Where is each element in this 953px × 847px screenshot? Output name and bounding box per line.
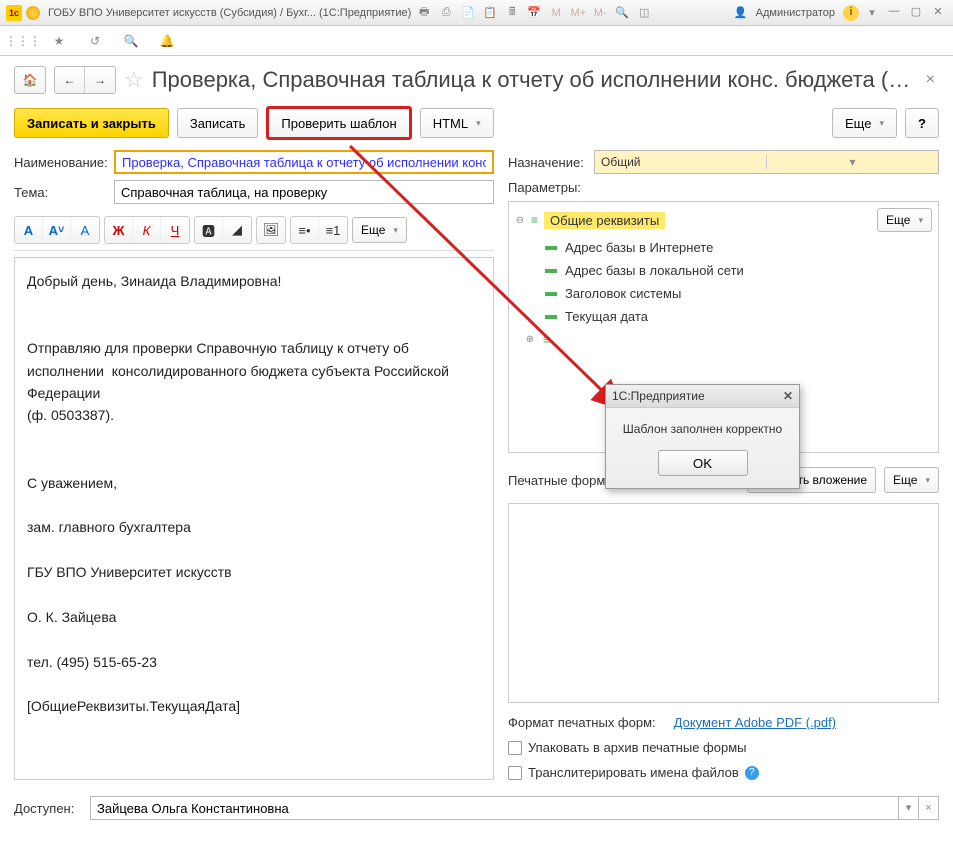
tree-root[interactable]: Общие реквизиты: [544, 212, 665, 229]
close-window-button[interactable]: ✕: [929, 5, 947, 21]
calendar-icon[interactable]: 📅: [525, 4, 543, 22]
underline-button[interactable]: Ч: [161, 217, 189, 243]
available-label: Доступен:: [14, 801, 84, 816]
item-icon: [545, 269, 557, 273]
dialog-message: Шаблон заполнен корректно: [606, 408, 799, 450]
pack-archive-label: Упаковать в архив печатные формы: [528, 740, 746, 755]
app-logo-icon: 1c: [6, 5, 22, 21]
tree-expand-item[interactable]: ⊕≡: [525, 328, 932, 351]
params-label: Параметры:: [508, 180, 581, 195]
apps-icon[interactable]: ⋮⋮⋮: [14, 32, 32, 50]
window-titlebar: 1c ГОБУ ВПО Университет искусств (Субсид…: [0, 0, 953, 26]
save-and-close-button[interactable]: Записать и закрыть: [14, 108, 169, 138]
window-title: ГОБУ ВПО Университет искусств (Субсидия)…: [48, 7, 411, 19]
app-menu-dropdown-icon[interactable]: [26, 6, 40, 20]
bg-color-button[interactable]: ◢: [223, 217, 251, 243]
group-icon: ≡: [531, 213, 538, 227]
print-preview-icon[interactable]: 🖶: [415, 4, 433, 22]
subject-input[interactable]: [114, 180, 494, 204]
page-close-button[interactable]: ×: [922, 71, 939, 89]
subject-label: Тема:: [14, 185, 108, 200]
nav-group: ← →: [54, 66, 116, 94]
favorite-icon[interactable]: ★: [50, 32, 68, 50]
item-icon: [545, 315, 557, 319]
item-icon: [545, 292, 557, 296]
number-list-button[interactable]: ≡1: [319, 217, 347, 243]
search-icon[interactable]: 🔍: [122, 32, 140, 50]
m-minus-icon[interactable]: M-: [591, 4, 609, 22]
available-clear-button[interactable]: ×: [919, 796, 939, 820]
purpose-dropdown-icon[interactable]: ▾: [766, 155, 938, 169]
print-format-link[interactable]: Документ Adobe PDF (.pdf): [674, 715, 836, 730]
available-input[interactable]: [90, 796, 899, 820]
history-icon[interactable]: ↺: [86, 32, 104, 50]
tree-item[interactable]: Адрес базы в локальной сети: [545, 259, 932, 282]
user-name[interactable]: Администратор: [756, 7, 835, 19]
bullet-list-button[interactable]: ≡•: [291, 217, 319, 243]
params-more-button[interactable]: Еще: [877, 208, 932, 232]
bold-button[interactable]: Ж: [105, 217, 133, 243]
tree-item[interactable]: Текущая дата: [545, 305, 932, 328]
minimize-button[interactable]: —: [885, 5, 903, 21]
purpose-value: Общий: [595, 155, 766, 169]
html-button[interactable]: HTML: [420, 108, 494, 138]
doc-icon[interactable]: 📄: [459, 4, 477, 22]
main-toolbar: ⋮⋮⋮ ★ ↺ 🔍 🔔: [0, 26, 953, 56]
transliterate-checkbox[interactable]: [508, 766, 522, 780]
insert-image-button[interactable]: 🖼: [257, 217, 285, 243]
command-bar: Записать и закрыть Записать Проверить ша…: [0, 100, 953, 150]
format-more-button[interactable]: Еще: [352, 217, 407, 243]
maximize-button[interactable]: ▢: [907, 5, 925, 21]
transliterate-label: Транслитерировать имена файлов: [528, 765, 739, 780]
tree-collapse-icon[interactable]: ⊖: [515, 215, 525, 226]
user-icon: 👤: [734, 6, 748, 19]
check-template-button[interactable]: Проверить шаблон: [266, 106, 411, 140]
copy-icon[interactable]: 📋: [481, 4, 499, 22]
message-body-editor[interactable]: Добрый день, Зинаида Владимировна! Отпра…: [14, 257, 494, 780]
font-highlight-button[interactable]: A: [71, 217, 99, 243]
print-icon[interactable]: ⎙: [437, 4, 455, 22]
transliterate-help-icon[interactable]: ?: [745, 766, 759, 780]
panel-icon[interactable]: ◫: [635, 4, 653, 22]
dialog-title: 1С:Предприятие: [612, 389, 705, 403]
save-button[interactable]: Записать: [177, 108, 259, 138]
tree-item[interactable]: Адрес базы в Интернете: [545, 236, 932, 259]
m-plus-icon[interactable]: M+: [569, 4, 587, 22]
message-dialog: 1С:Предприятие ✕ Шаблон заполнен коррект…: [605, 384, 800, 489]
info-icon[interactable]: i: [843, 5, 859, 21]
available-open-button[interactable]: ▾: [899, 796, 919, 820]
dialog-ok-button[interactable]: OK: [658, 450, 748, 476]
tree-expand-icon[interactable]: ⊕: [525, 334, 535, 345]
attachments-list[interactable]: [508, 503, 939, 703]
group-icon: ≡: [543, 332, 551, 347]
item-icon: [545, 246, 557, 250]
nav-back-button[interactable]: ←: [55, 67, 85, 93]
name-input[interactable]: [114, 150, 494, 174]
purpose-label: Назначение:: [508, 155, 588, 170]
info-dropdown-icon[interactable]: ▾: [863, 4, 881, 22]
page-header: 🏠 ← → ☆ Проверка, Справочная таблица к о…: [0, 56, 953, 100]
pack-archive-checkbox[interactable]: [508, 741, 522, 755]
nav-fwd-button[interactable]: →: [85, 67, 115, 93]
italic-button[interactable]: К: [133, 217, 161, 243]
help-button[interactable]: ?: [905, 108, 939, 138]
page-title: Проверка, Справочная таблица к отчету об…: [152, 67, 914, 93]
font-color-button[interactable]: A: [15, 217, 43, 243]
tree-item[interactable]: Заголовок системы: [545, 282, 932, 305]
purpose-select[interactable]: Общий ▾: [594, 150, 939, 174]
bell-icon[interactable]: 🔔: [158, 32, 176, 50]
home-button[interactable]: 🏠: [14, 66, 46, 94]
text-color2-button[interactable]: 🅰: [195, 217, 223, 243]
zoom-icon[interactable]: 🔍: [613, 4, 631, 22]
dialog-close-button[interactable]: ✕: [783, 389, 793, 403]
more-button[interactable]: Еще: [832, 108, 897, 138]
m-icon[interactable]: M: [547, 4, 565, 22]
star-icon[interactable]: ☆: [124, 67, 144, 93]
attachments-more-button[interactable]: Еще: [884, 467, 939, 493]
calc-icon[interactable]: 🖩: [503, 4, 521, 22]
format-toolbar: A A˅ A Ж К Ч 🅰 ◢ 🖼 ≡• ≡1 Еще: [14, 216, 494, 251]
name-label: Наименование:: [14, 155, 108, 170]
font-size-button[interactable]: A˅: [43, 217, 71, 243]
print-format-label: Формат печатных форм:: [508, 715, 656, 730]
